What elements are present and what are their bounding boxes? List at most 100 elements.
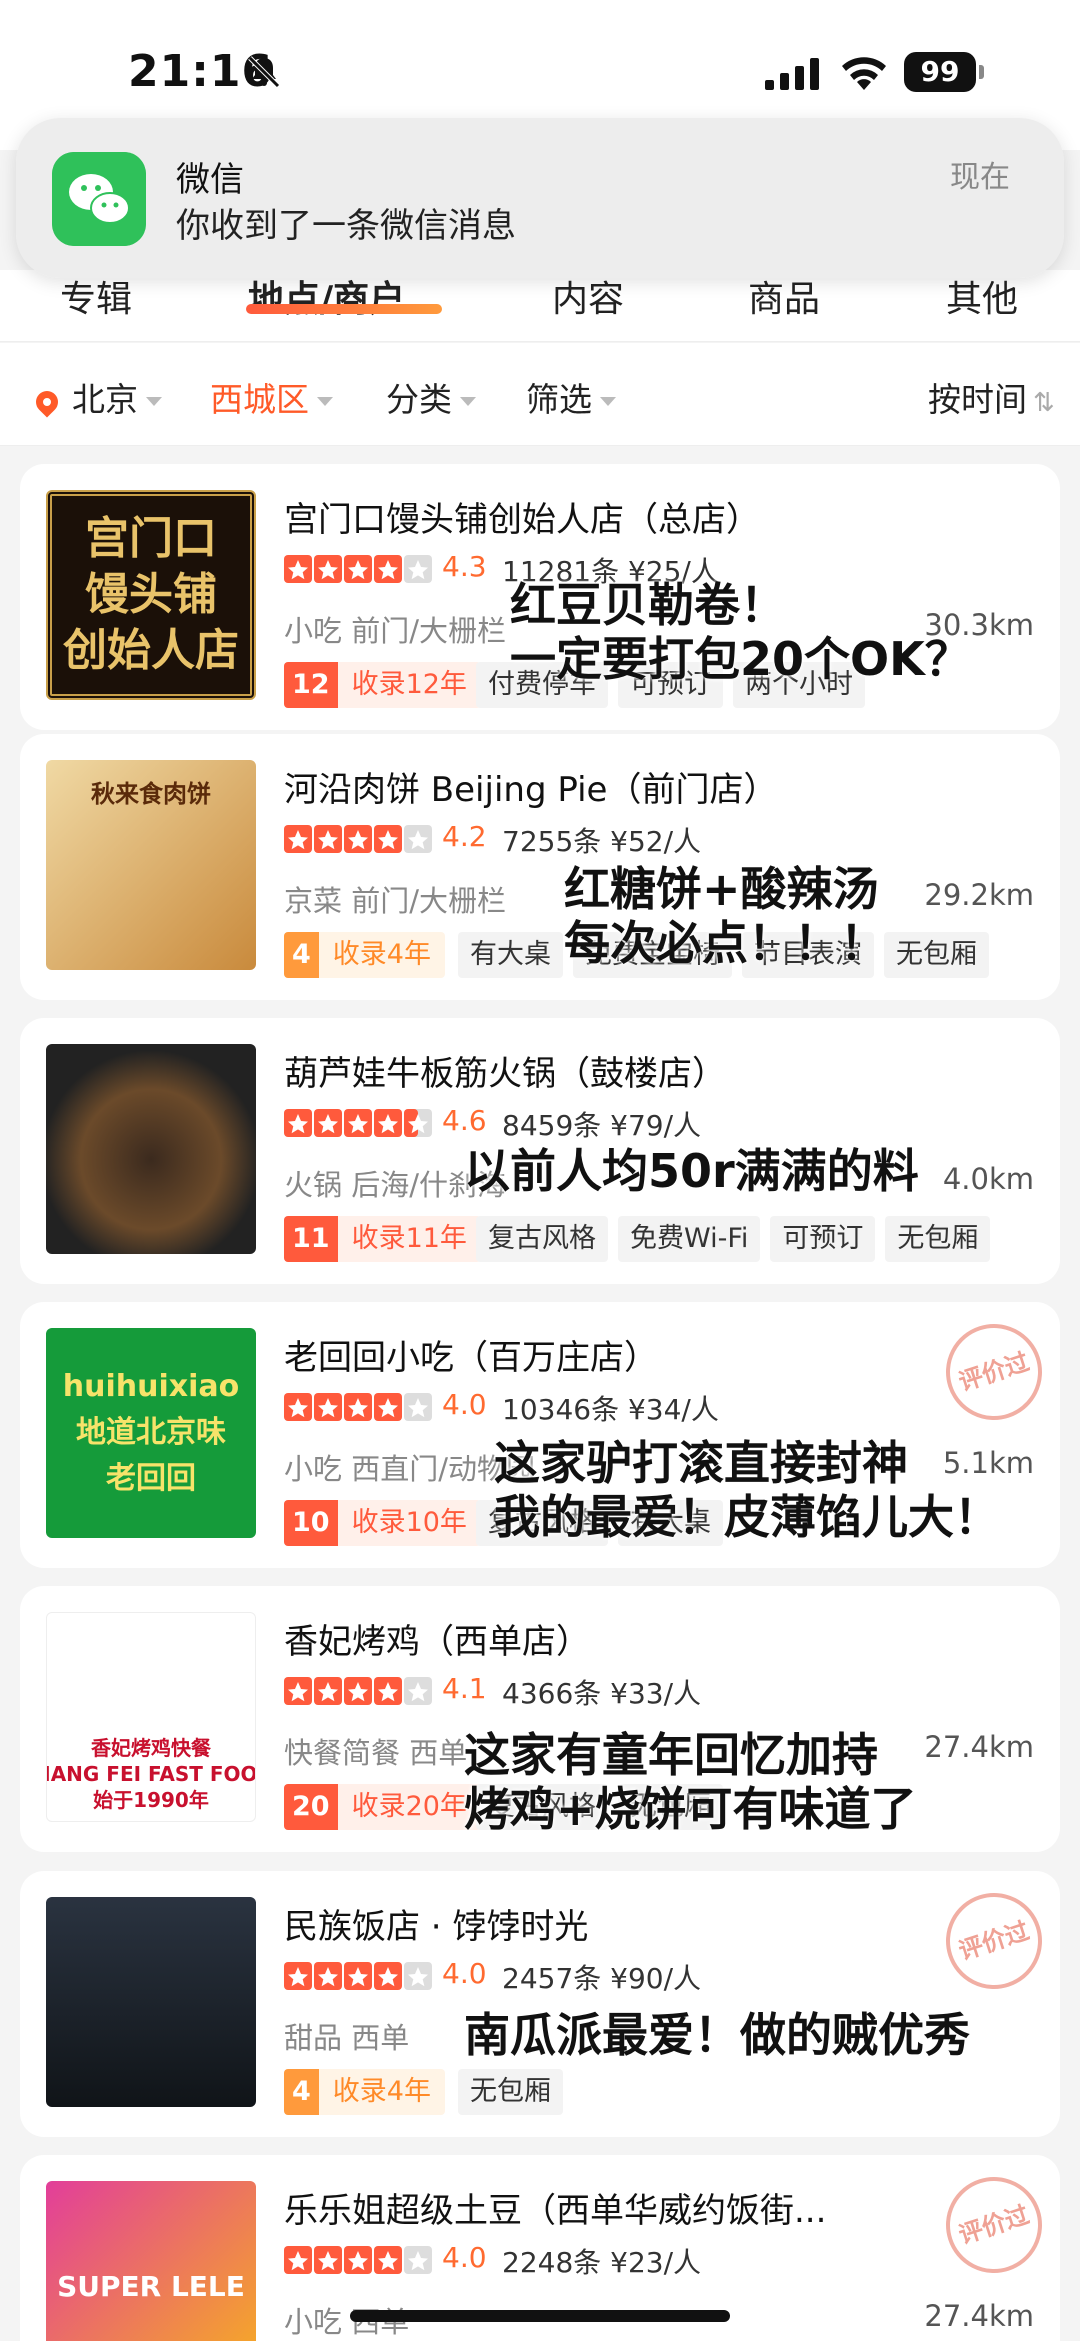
city-label: 北京	[72, 380, 138, 419]
rating-score: 4.3	[442, 550, 487, 583]
badge-label: 收录10年	[337, 1500, 481, 1546]
shop-tag: 无包厢	[884, 932, 989, 978]
shop-thumbnail	[46, 1897, 256, 2107]
caption-overlay: 这家有童年回忆加持 烤鸡+烧饼可有味道了	[464, 1728, 917, 1836]
badge-label: 收录4年	[318, 932, 445, 978]
caption-overlay: 以前人均50r满满的料	[464, 1144, 919, 1198]
rating-score: 4.0	[442, 1388, 487, 1421]
years-badge: 20 收录20年	[284, 1784, 481, 1830]
rating-score: 4.1	[442, 1672, 487, 1705]
badge-label: 收录11年	[337, 1216, 481, 1262]
wechat-app-icon	[52, 152, 146, 246]
shop-tag: 免费Wi-Fi	[618, 1216, 761, 1262]
badge-number: 12	[284, 662, 338, 708]
caption-overlay: 红豆贝勒卷！ 一定要打包20个OK？	[510, 578, 971, 686]
category-tabs: 专辑 地点/商户 内容 商品 其他	[0, 270, 1080, 342]
reviews-price: 2248条 ¥23/人	[502, 2246, 702, 2279]
filter-bar: 北京 西城区 分类 筛选 按时间 ⇅	[0, 343, 1080, 446]
badge-label: 收录12年	[337, 662, 481, 708]
shop-name: 老回回小吃（百万庄店）	[284, 1338, 658, 1378]
battery-indicator: 99	[904, 52, 984, 92]
star-rating-icon	[284, 1962, 432, 1990]
caption-overlay: 南瓜派最爱！做的贼优秀	[464, 2008, 970, 2062]
shop-name: 河沿肉饼 Beijing Pie（前门店）	[284, 770, 778, 810]
screen: 21:16 99 微信 你收到了一条微信消息 现在 专辑 地点/商户 内容 商品…	[0, 0, 1080, 2341]
years-badge: 4 收录4年	[284, 2069, 445, 2115]
active-tab-indicator	[246, 304, 442, 314]
badge-label: 收录20年	[337, 1784, 481, 1830]
shop-tags: 复古风格 免费Wi-Fi 可预订 无包厢	[476, 1216, 991, 1262]
chevron-down-icon	[317, 397, 333, 406]
category-filter[interactable]: 分类	[386, 373, 476, 421]
badge-number: 4	[284, 2069, 319, 2115]
shop-thumbnail: SUPER LELE	[46, 2181, 256, 2341]
years-badge: 10 收录10年	[284, 1500, 481, 1546]
shop-distance: 27.4km	[924, 2299, 1034, 2333]
sort-label: 按时间	[928, 380, 1027, 419]
screen-filter[interactable]: 筛选	[526, 373, 616, 421]
shop-tag: 有大桌	[458, 932, 563, 978]
shop-tag: 复古风格	[476, 1216, 608, 1262]
reviews-price: 7255条 ¥52/人	[502, 825, 702, 858]
caption-overlay: 红糖饼+酸辣汤 每次必点！！！	[564, 862, 886, 970]
shop-thumbnail: 宫门口 馒头铺 创始人店	[46, 490, 256, 700]
star-rating-icon	[284, 555, 432, 583]
badge-number: 10	[284, 1500, 338, 1546]
reviews-price: 4366条 ¥33/人	[502, 1677, 702, 1710]
caption-overlay: 这家驴打滚直接封神 我的最爱！皮薄馅儿大！	[494, 1436, 1000, 1544]
shop-tags: 无包厢	[458, 2069, 563, 2115]
shop-thumbnail: huihuixiao 地道北京味 老回回	[46, 1328, 256, 1538]
star-rating-icon	[284, 2246, 432, 2274]
rating-score: 4.2	[442, 820, 487, 853]
chevron-down-icon	[460, 397, 476, 406]
rating-score: 4.0	[442, 2241, 487, 2274]
shop-distance: 29.2km	[924, 878, 1034, 912]
reviews-price: 10346条 ¥34/人	[502, 1393, 719, 1426]
star-rating-icon	[284, 1109, 432, 1137]
shop-thumbnail	[46, 1044, 256, 1254]
badge-label: 收录4年	[318, 2069, 445, 2115]
notification-message: 你收到了一条微信消息	[176, 206, 516, 246]
years-badge: 4 收录4年	[284, 932, 445, 978]
shop-tag: 无包厢	[458, 2069, 563, 2115]
mute-bell-icon	[248, 56, 280, 88]
notification-app-name: 微信	[176, 160, 244, 200]
shop-distance: 27.4km	[924, 1730, 1034, 1764]
shop-location: 快餐简餐 西单	[284, 1736, 468, 1770]
district-label: 西城区	[210, 380, 309, 419]
sort-button[interactable]: 按时间 ⇅	[928, 373, 1055, 421]
shop-location: 京菜 前门/大栅栏	[284, 884, 506, 918]
sort-arrows-icon: ⇅	[1033, 388, 1055, 418]
home-indicator[interactable]	[350, 2310, 730, 2322]
shop-name: 宫门口馒头铺创始人店（总店）	[284, 500, 760, 540]
badge-number: 20	[284, 1784, 338, 1830]
star-rating-icon	[284, 1393, 432, 1421]
shop-tag: 可预订	[770, 1216, 876, 1262]
rating-score: 4.6	[442, 1104, 487, 1137]
shop-location: 甜品 西单	[284, 2021, 410, 2055]
district-filter[interactable]: 西城区	[210, 373, 333, 421]
wechat-notification[interactable]: 微信 你收到了一条微信消息 现在	[16, 118, 1064, 278]
chevron-down-icon	[600, 397, 616, 406]
badge-number: 11	[284, 1216, 338, 1262]
shop-card[interactable]: 秋来食肉饼 河沿肉饼 Beijing Pie（前门店） 4.2 7255条 ¥52/人…	[20, 734, 1060, 1000]
star-rating-icon	[284, 825, 432, 853]
years-badge: 11 收录11年	[284, 1216, 481, 1262]
reviewed-stamp-icon: 评价过	[933, 1311, 1055, 1433]
category-label: 分类	[386, 380, 452, 419]
shop-location: 小吃 前门/大栅栏	[284, 614, 506, 648]
chevron-down-icon	[146, 397, 162, 406]
screen-filter-label: 筛选	[526, 380, 592, 419]
shop-thumbnail: 秋来食肉饼	[46, 760, 256, 970]
city-filter[interactable]: 北京	[31, 373, 162, 421]
location-pin-icon	[31, 385, 63, 418]
shop-card[interactable]: 民族饭店 · 饽饽时光 4.0 2457条 ¥90/人甜品 西单 4 收录4年 无包厢 评价…	[20, 1871, 1060, 2137]
rating-score: 4.0	[442, 1957, 487, 1990]
shop-name: 葫芦娃牛板筋火锅（鼓楼店）	[284, 1054, 726, 1094]
reviewed-stamp-icon: 评价过	[933, 1880, 1055, 2002]
badge-number: 4	[284, 932, 319, 978]
shop-name: 香妃烤鸡（西单店）	[284, 1622, 590, 1662]
reviews-price: 2457条 ¥90/人	[502, 1962, 702, 1995]
shop-name: 民族饭店 · 饽饽时光	[284, 1907, 589, 1947]
shop-distance: 4.0km	[942, 1162, 1034, 1196]
